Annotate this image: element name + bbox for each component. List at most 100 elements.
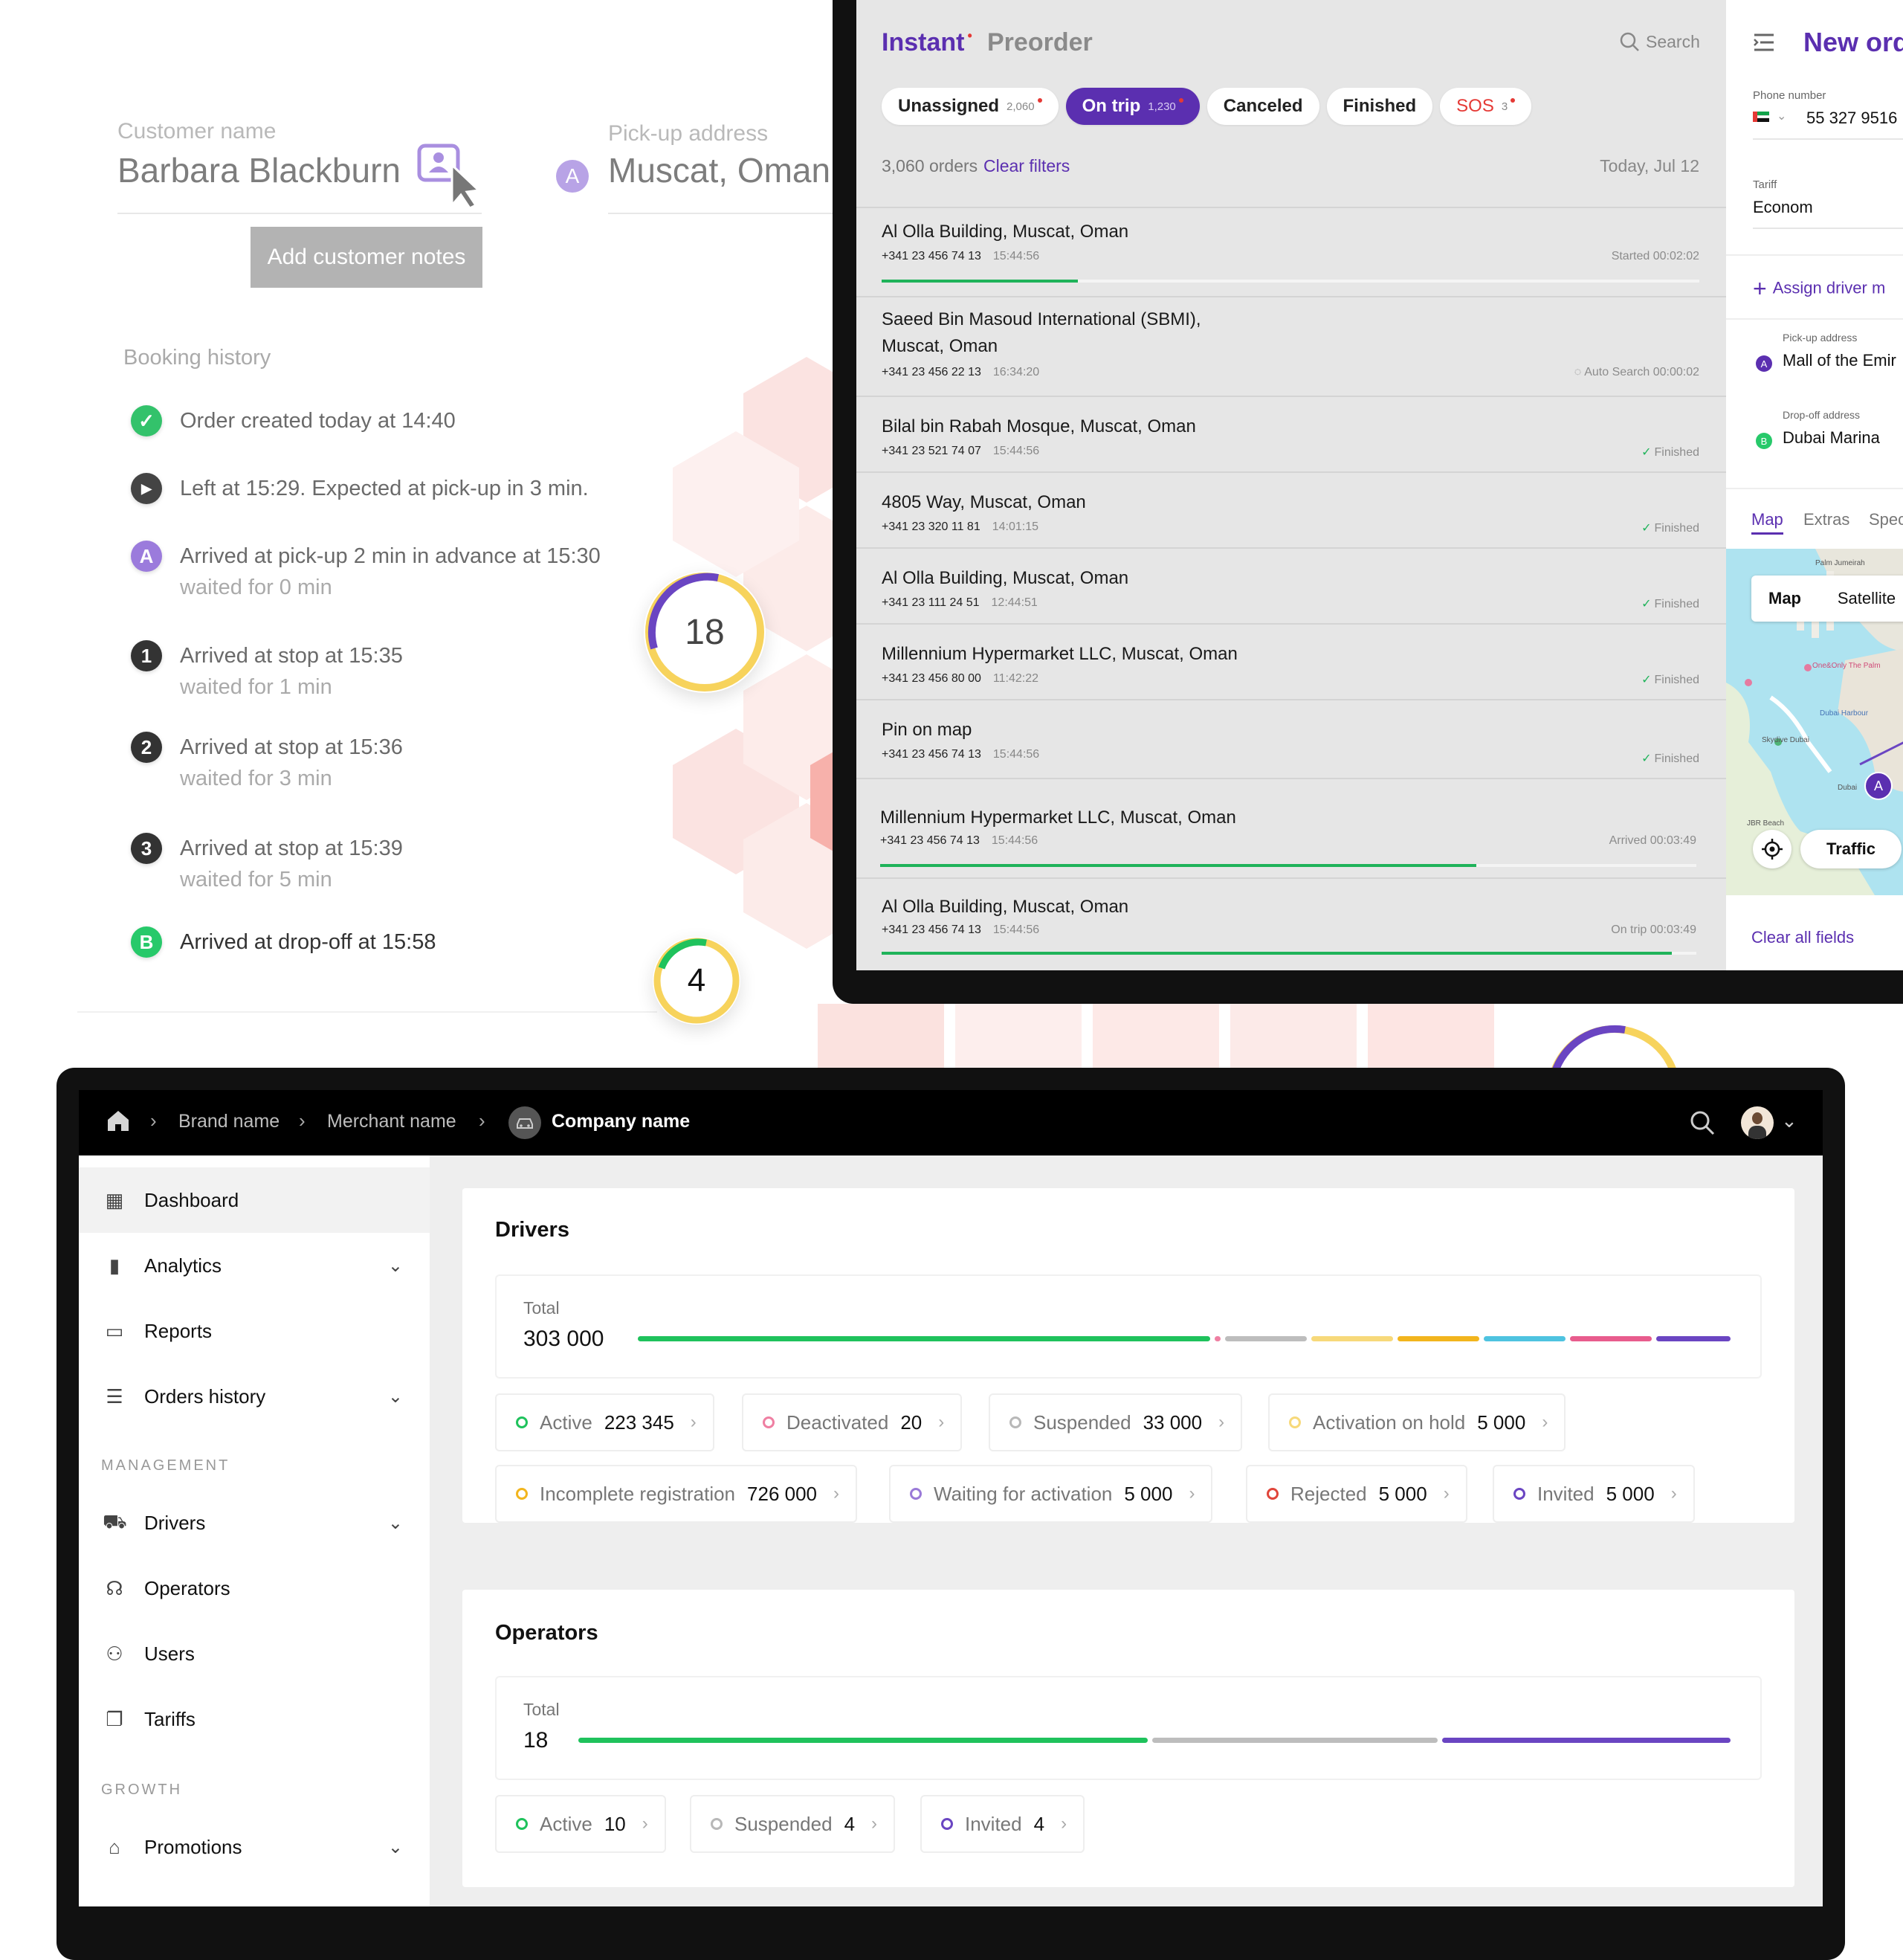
breadcrumb-brand[interactable]: Brand name xyxy=(178,1111,280,1132)
phone-field[interactable]: 55 327 9516 xyxy=(1806,109,1897,128)
pickup-address-value[interactable]: Muscat, Oman xyxy=(608,150,830,190)
map-pickup-pin-icon[interactable]: A xyxy=(1864,772,1893,800)
stat-chip-suspended[interactable]: Suspended 4 › xyxy=(690,1795,896,1853)
stat-chip-activation-on-hold[interactable]: Activation on hold 5 000 › xyxy=(1268,1393,1566,1451)
stat-chip-active[interactable]: Active 10 › xyxy=(495,1795,666,1853)
list-icon: ☰ xyxy=(106,1384,123,1408)
customer-profile-icon[interactable] xyxy=(415,143,482,210)
traffic-button[interactable]: Traffic xyxy=(1800,830,1902,868)
sidebar-item-reports[interactable]: ▭ Reports xyxy=(79,1298,430,1364)
history-subtext: waited for 1 min xyxy=(180,675,332,699)
history-text: Arrived at drop-off at 15:58 xyxy=(180,930,436,954)
chevron-down-icon[interactable]: ⌄ xyxy=(1777,109,1786,123)
operators-total-box: Total 18 xyxy=(495,1676,1762,1780)
order-row[interactable]: Al Olla Building, Muscat, Oman +341 23 4… xyxy=(856,208,1726,297)
filter-on-trip[interactable]: On trip 1,230 xyxy=(1065,88,1200,125)
filter-canceled[interactable]: Canceled xyxy=(1206,88,1319,125)
search-button[interactable]: Search xyxy=(1619,31,1700,52)
map-view[interactable]: Palm Jumeirah One&Only The Palm Dubai Ha… xyxy=(1726,549,1903,895)
drivers-card: Drivers Total 303 000 Active 223 345 › Dea… xyxy=(462,1188,1794,1523)
order-status: Finished xyxy=(1654,674,1699,686)
sidebar-item-operators[interactable]: ☊ Operators xyxy=(79,1556,430,1621)
order-row[interactable]: Saeed Bin Masoud International (SBMI), M… xyxy=(856,296,1726,397)
order-phone: +341 23 456 22 13 xyxy=(882,366,981,378)
sidebar-item-dashboard[interactable]: ▦ Dashboard xyxy=(79,1167,430,1233)
stat-chip-suspended[interactable]: Suspended 33 000 › xyxy=(989,1393,1243,1451)
ring-value: 4 xyxy=(687,962,706,999)
order-row[interactable]: Millennium Hypermarket LLC, Muscat, Oman… xyxy=(856,623,1726,700)
stat-chip-active[interactable]: Active 223 345 › xyxy=(495,1393,714,1451)
check-icon: ✓ xyxy=(1641,446,1652,459)
clear-filters-link[interactable]: Clear filters xyxy=(983,156,1070,176)
sidebar-item-orders-history[interactable]: ☰ Orders history ⌄ xyxy=(79,1364,430,1429)
customer-name-value[interactable]: Barbara Blackburn xyxy=(117,150,401,190)
operators-card: Operators Total 18 Active 10 › Suspended 4 ›… xyxy=(462,1590,1794,1887)
dashboard-main: Drivers Total 303 000 Active 223 345 › Dea… xyxy=(430,1155,1823,1906)
chevron-down-icon[interactable]: ⌄ xyxy=(1781,1109,1797,1132)
chevron-right-icon: › xyxy=(871,1814,878,1834)
check-icon: ✓ xyxy=(131,405,162,436)
breadcrumb-company[interactable]: Company name xyxy=(552,1111,690,1132)
segment-invited xyxy=(1442,1738,1731,1743)
stat-chip-rejected[interactable]: Rejected 5 000 › xyxy=(1246,1465,1467,1523)
operators-title: Operators xyxy=(495,1621,598,1645)
order-row[interactable]: 4805 Way, Muscat, Oman +341 23 320 11 81… xyxy=(856,471,1726,549)
add-customer-notes-button[interactable]: Add customer notes xyxy=(251,227,482,288)
sidebar-item-analytics[interactable]: ▮ Analytics ⌄ xyxy=(79,1233,430,1298)
segment-suspended xyxy=(1225,1336,1307,1341)
stop-marker-icon: 3 xyxy=(131,833,162,864)
order-row[interactable]: Al Olla Building, Muscat, Oman +341 23 4… xyxy=(856,877,1726,965)
section-divider xyxy=(1726,254,1903,256)
chip-value: 20 xyxy=(900,1411,923,1434)
stat-chip-deactivated[interactable]: Deactivated 20 › xyxy=(742,1393,963,1451)
dropoff-field[interactable]: Dubai Marina xyxy=(1783,428,1880,448)
tariff-field[interactable]: Econom xyxy=(1753,198,1813,217)
stat-chip-invited[interactable]: Invited 4 › xyxy=(920,1795,1085,1853)
chip-label: Active xyxy=(540,1411,592,1434)
chip-label: Suspended xyxy=(734,1812,833,1835)
order-time: 14:01:15 xyxy=(992,520,1038,533)
home-icon[interactable] xyxy=(106,1108,131,1137)
chevron-right-icon: › xyxy=(1670,1483,1677,1503)
sidebar-item-label: Dashboard xyxy=(144,1188,239,1211)
tab-preorder[interactable]: Preorder xyxy=(987,28,1093,57)
filter-sos[interactable]: SOS 3 xyxy=(1440,88,1532,125)
assign-driver-button[interactable]: + Assign driver m xyxy=(1753,275,1885,303)
pickup-field[interactable]: Mall of the Emir xyxy=(1783,351,1896,370)
order-address: Al Olla Building, Muscat, Oman xyxy=(882,568,1129,588)
stat-chip-incomplete-registration[interactable]: Incomplete registration 726 000 › xyxy=(495,1465,858,1523)
sidebar-item-promotions[interactable]: ⌂ Promotions ⌄ xyxy=(79,1814,430,1880)
avatar[interactable] xyxy=(1741,1106,1774,1139)
filter-finished[interactable]: Finished xyxy=(1326,88,1433,125)
order-row[interactable]: Al Olla Building, Muscat, Oman +341 23 1… xyxy=(856,547,1726,625)
order-row[interactable]: Bilal bin Rabah Mosque, Muscat, Oman +34… xyxy=(856,396,1726,473)
management-section-label: MANAGEMENT xyxy=(101,1457,230,1474)
sidebar-item-drivers[interactable]: ⛟ Drivers ⌄ xyxy=(79,1490,430,1556)
order-phone: +341 23 320 11 81 xyxy=(882,520,980,533)
tariff-label: Tariff xyxy=(1753,178,1777,191)
order-address: Millennium Hypermarket LLC, Muscat, Oman xyxy=(882,644,1238,664)
stat-chip-invited[interactable]: Invited 5 000 › xyxy=(1493,1465,1695,1523)
growth-section-label: GROWTH xyxy=(101,1782,183,1798)
filter-unassigned[interactable]: Unassigned 2,060 xyxy=(882,88,1059,125)
locate-me-button[interactable] xyxy=(1753,830,1791,868)
stat-chip-waiting-for-activation[interactable]: Waiting for activation 5 000 › xyxy=(889,1465,1213,1523)
sidebar-item-tariffs[interactable]: ❐ Tariffs xyxy=(79,1686,430,1752)
map-type-map-button[interactable]: Map xyxy=(1751,589,1818,608)
menu-icon[interactable] xyxy=(1753,33,1775,56)
order-row[interactable]: Pin on map +341 23 456 74 13 15:44:56 ✓ Fi… xyxy=(856,699,1726,779)
clear-all-fields-link[interactable]: Clear all fields xyxy=(1751,928,1854,947)
order-row[interactable]: Millennium Hypermarket LLC, Muscat, Oman… xyxy=(856,778,1726,879)
sidebar-item-users[interactable]: ⚇ Users xyxy=(79,1621,430,1686)
company-logo-icon xyxy=(508,1106,541,1139)
search-icon[interactable] xyxy=(1689,1109,1716,1140)
tab-extras[interactable]: Extras xyxy=(1803,510,1849,529)
tab-map[interactable]: Map xyxy=(1751,510,1783,535)
tab-spec[interactable]: Spec xyxy=(1869,510,1903,529)
uae-flag-icon[interactable] xyxy=(1753,112,1769,122)
card-divider xyxy=(77,1011,657,1013)
map-type-satellite-button[interactable]: Satellite xyxy=(1818,589,1903,608)
breadcrumb-merchant[interactable]: Merchant name xyxy=(327,1111,456,1132)
tab-instant[interactable]: Instant • xyxy=(882,28,972,57)
map-label: One&Only The Palm xyxy=(1812,662,1881,670)
